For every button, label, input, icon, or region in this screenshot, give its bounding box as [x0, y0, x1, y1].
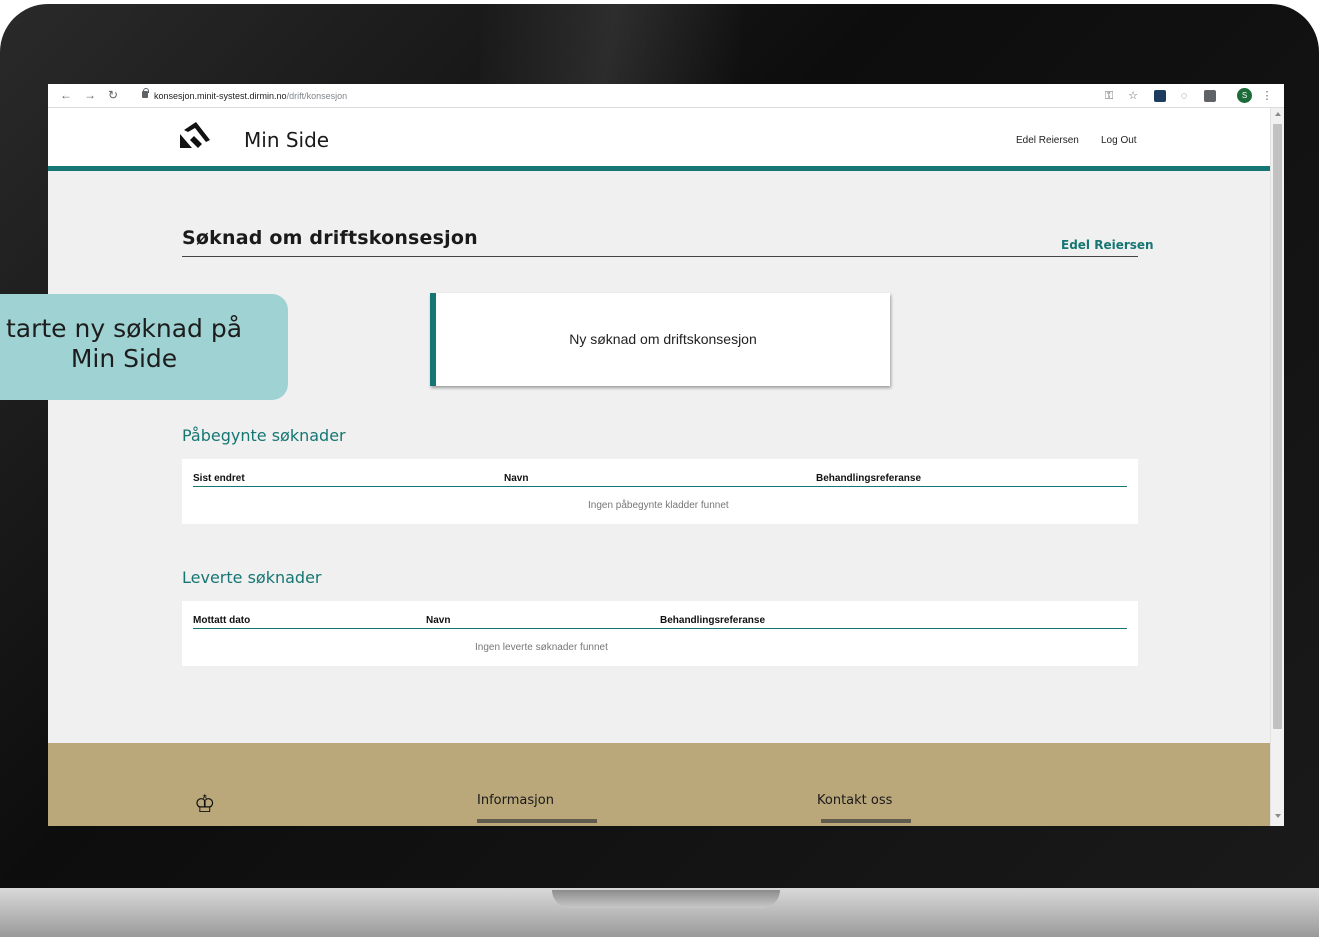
extension-square-icon[interactable] — [1204, 90, 1216, 102]
star-icon[interactable]: ☆ — [1126, 89, 1140, 103]
browser-toolbar: ← → ↻ konsesjon.minit-systest.dirmin.no/… — [48, 84, 1284, 108]
profile-avatar[interactable]: S — [1237, 88, 1252, 103]
column-header[interactable]: Mottatt dato — [193, 615, 250, 626]
url-path: /drift/konsesjon — [286, 91, 348, 101]
column-header[interactable]: Behandlingsreferanse — [660, 615, 765, 626]
column-header[interactable]: Navn — [426, 615, 450, 626]
lock-icon — [142, 88, 149, 98]
callout-bubble: tarte ny søknad på Min Side — [0, 294, 288, 400]
heading-user-link[interactable]: Edel Reiersen — [1061, 238, 1154, 252]
extension-circle-icon[interactable]: ◌ — [1177, 89, 1191, 103]
scroll-thumb[interactable] — [1273, 124, 1282, 729]
footer-info-title: Informasjon — [477, 793, 554, 808]
heading-divider — [182, 256, 1138, 257]
site-title[interactable]: Min Side — [244, 128, 329, 152]
delivered-table: Mottatt dato Navn Behandlingsreferanse I… — [182, 601, 1138, 666]
more-menu-icon[interactable]: ⋮ — [1260, 89, 1274, 103]
started-table: Sist endret Navn Behandlingsreferanse In… — [182, 459, 1138, 524]
pickaxe-logo-icon[interactable] — [178, 120, 212, 150]
site-header: Min Side Edel Reiersen Log Out — [48, 108, 1270, 171]
empty-message: Ingen leverte søknader funnet — [475, 642, 608, 653]
page-title: Søknad om driftskonsesjon — [182, 227, 478, 249]
extension-icon[interactable] — [1154, 90, 1166, 102]
callout-line-2: Min Side — [70, 344, 178, 373]
logout-link[interactable]: Log Out — [1101, 135, 1137, 146]
scroll-down-icon[interactable] — [1275, 814, 1281, 818]
callout-text: tarte ny søknad på Min Side — [0, 314, 248, 374]
laptop-notch — [552, 890, 780, 908]
key-icon[interactable]: ⚿ — [1102, 89, 1116, 103]
column-header[interactable]: Sist endret — [193, 473, 245, 484]
new-application-label: Ny søknad om driftskonsesjon — [569, 331, 757, 347]
delivered-section-title: Leverte søknader — [182, 568, 322, 587]
site-footer: ♔ Informasjon Kontakt oss — [48, 743, 1270, 826]
empty-message: Ingen påbegynte kladder funnet — [588, 500, 729, 511]
crown-logo-icon: ♔ — [194, 791, 216, 818]
scroll-up-icon[interactable] — [1275, 112, 1281, 116]
footer-contact-cut[interactable] — [821, 819, 911, 823]
scrollbar[interactable] — [1270, 108, 1284, 826]
browser-screen: ← → ↻ konsesjon.minit-systest.dirmin.no/… — [48, 84, 1284, 826]
callout-line-1: tarte ny søknad på — [5, 314, 243, 343]
new-application-button[interactable]: Ny søknad om driftskonsesjon — [430, 293, 890, 386]
back-arrow-icon[interactable]: ← — [60, 89, 72, 101]
reload-icon[interactable]: ↻ — [108, 89, 118, 101]
header-user-link[interactable]: Edel Reiersen — [1016, 135, 1079, 146]
column-header[interactable]: Navn — [504, 473, 528, 484]
column-header[interactable]: Behandlingsreferanse — [816, 473, 921, 484]
footer-contact-title: Kontakt oss — [817, 793, 893, 808]
address-bar[interactable]: konsesjon.minit-systest.dirmin.no/drift/… — [154, 91, 347, 101]
footer-link-cut[interactable] — [477, 819, 597, 823]
started-section-title: Påbegynte søknader — [182, 426, 346, 445]
url-host: konsesjon.minit-systest.dirmin.no — [154, 91, 287, 101]
header-divider — [193, 486, 1127, 487]
forward-arrow-icon[interactable]: → — [84, 89, 96, 101]
header-divider — [193, 628, 1127, 629]
